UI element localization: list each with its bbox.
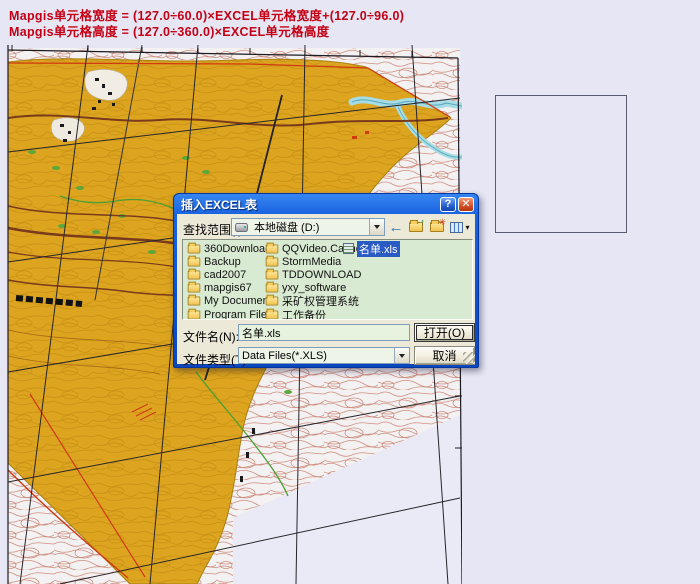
folder-item[interactable]: TDDOWNLOAD — [265, 268, 362, 281]
chevron-down-icon — [374, 225, 380, 229]
lookin-combobox[interactable]: 本地磁盘 (D:) — [231, 218, 385, 236]
folder-icon — [266, 297, 279, 306]
folder-icon — [188, 270, 201, 279]
filetype-value: Data Files(*.XLS) — [239, 350, 394, 362]
folder-item[interactable]: Backup — [187, 255, 277, 268]
mapgis-height-formula: Mapgis单元格高度 = (127.0÷360.0)×EXCEL单元格高度 — [9, 21, 329, 40]
chevron-down-icon — [399, 354, 405, 358]
selected-file-item[interactable]: 名单.xls — [343, 242, 400, 255]
open-button[interactable]: 打开(O) — [414, 323, 475, 342]
help-button[interactable]: ? — [440, 197, 456, 212]
folder-item[interactable]: mapgis67 — [187, 282, 277, 295]
folder-icon — [266, 310, 279, 319]
close-button[interactable]: ✕ — [458, 197, 474, 212]
folder-item[interactable]: 工作备份 — [265, 308, 362, 320]
folder-icon — [266, 284, 279, 293]
folder-icon — [188, 244, 201, 253]
folder-icon — [266, 257, 279, 266]
folder-item[interactable]: My Documents — [187, 295, 277, 308]
lookin-dropdown-button[interactable] — [369, 219, 384, 235]
insert-excel-dialog: 插入EXCEL表 ? ✕ 查找范围(I): 本地磁盘 (D:) ← ↑ ✳ — [173, 193, 479, 368]
folder-icon — [188, 297, 201, 306]
map-inset-rectangle — [495, 95, 627, 233]
lookin-value: 本地磁盘 (D:) — [251, 219, 369, 235]
folder-icon — [188, 310, 201, 319]
filename-input[interactable] — [238, 324, 410, 341]
folder-icon — [266, 270, 279, 279]
folder-icon — [188, 284, 201, 293]
folder-icon — [266, 244, 279, 253]
disk-icon — [235, 223, 248, 232]
excel-file-icon — [343, 243, 354, 254]
filetype-dropdown-button[interactable] — [394, 348, 409, 363]
new-folder-icon[interactable]: ✳ — [428, 218, 446, 236]
file-list[interactable]: 360Downloads Backup cad2007 mapgis67 My … — [182, 239, 473, 320]
dialog-client-area: 查找范围(I): 本地磁盘 (D:) ← ↑ ✳ ▾ — [177, 214, 475, 364]
screen: Mapgis单元格宽度 = (127.0÷60.0)×EXCEL单元格宽度+(1… — [0, 0, 700, 584]
dialog-title: 插入EXCEL表 — [181, 196, 438, 213]
views-menu-icon[interactable]: ▾ — [449, 218, 471, 236]
dialog-titlebar[interactable]: 插入EXCEL表 ? ✕ — [174, 194, 478, 214]
filetype-combobox[interactable]: Data Files(*.XLS) — [238, 347, 410, 364]
resize-grip[interactable] — [463, 352, 475, 364]
back-icon[interactable]: ← — [388, 218, 404, 236]
folder-icon — [188, 257, 201, 266]
up-one-level-icon[interactable]: ↑ — [407, 218, 425, 236]
folder-item[interactable]: 360Downloads — [187, 242, 277, 255]
folder-item[interactable]: Program Files — [187, 308, 277, 320]
filename-label: 文件名(N): — [183, 328, 239, 345]
folder-item[interactable]: StormMedia — [265, 255, 362, 268]
folder-item[interactable]: cad2007 — [187, 268, 277, 281]
